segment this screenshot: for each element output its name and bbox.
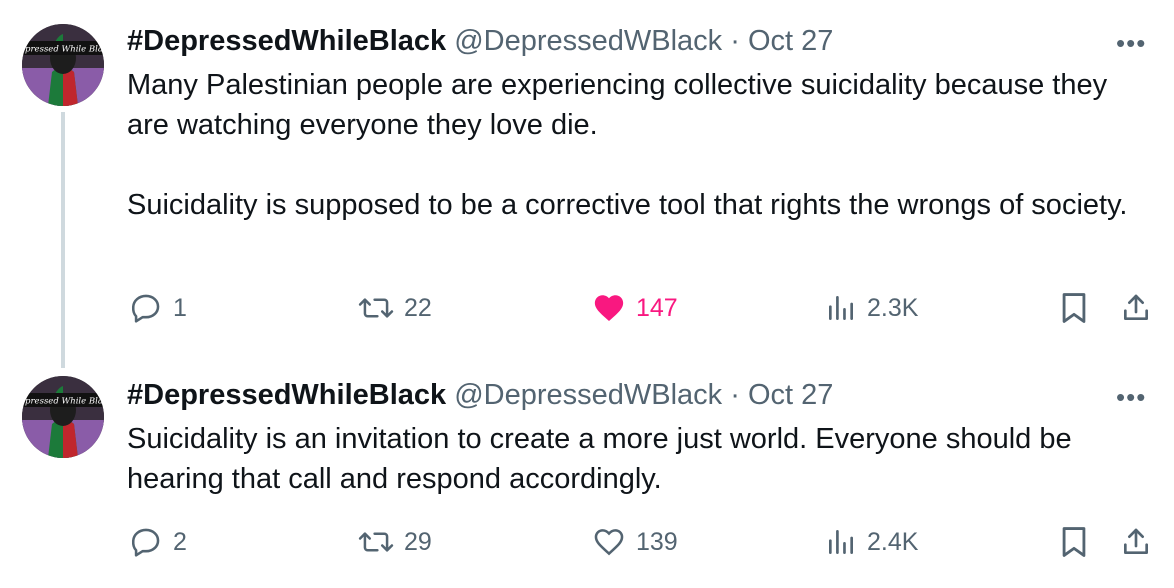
- reply-icon: [131, 294, 160, 323]
- views-button[interactable]: 2.3K: [825, 291, 918, 325]
- avatar-image: Depressed While Black: [22, 24, 104, 106]
- views-icon: [829, 530, 853, 554]
- more-options-icon[interactable]: •••: [1116, 28, 1146, 59]
- tweet-paragraph: Many Palestinian people are experiencing…: [127, 69, 1108, 141]
- tweet-header: #DepressedWhileBlack @DepressedWBlack · …: [127, 377, 833, 413]
- action-bar: 1 22 147 2.3K: [0, 291, 1174, 331]
- tweet-header: #DepressedWhileBlack @DepressedWBlack · …: [127, 23, 833, 59]
- views-count: 2.4K: [867, 527, 919, 556]
- avatar-image: Depressed While Black: [22, 376, 104, 458]
- avatar-lettering: Depressed While Black: [22, 397, 104, 407]
- share-icon: [1124, 528, 1148, 554]
- bookmark-icon: [1062, 293, 1086, 323]
- reply-count: 2: [173, 527, 187, 556]
- like-count: 147: [636, 293, 678, 322]
- reply-count: 1: [173, 293, 187, 322]
- more-options-icon[interactable]: •••: [1116, 382, 1146, 413]
- views-count: 2.3K: [867, 293, 919, 322]
- tweet-paragraph: Suicidality is supposed to be a correcti…: [127, 189, 1128, 221]
- avatar[interactable]: Depressed While Black: [22, 376, 104, 458]
- retweet-count: 29: [404, 527, 432, 556]
- retweet-count: 22: [404, 293, 432, 322]
- reply-button[interactable]: 1: [129, 291, 187, 325]
- retweet-icon: [358, 532, 394, 552]
- tweet-paragraph: Suicidality is an invitation to create a…: [127, 423, 1072, 495]
- share-icon: [1124, 294, 1148, 320]
- retweet-button[interactable]: 22: [358, 291, 432, 325]
- display-name[interactable]: #DepressedWhileBlack: [127, 25, 446, 57]
- like-count: 139: [636, 527, 678, 556]
- handle[interactable]: @DepressedWBlack: [454, 25, 722, 57]
- views-icon: [829, 296, 853, 320]
- separator: ·: [730, 25, 740, 57]
- reply-icon: [131, 528, 160, 557]
- bookmark-icon: [1062, 527, 1086, 557]
- reply-button[interactable]: 2: [129, 525, 187, 559]
- bookmark-button[interactable]: [1059, 525, 1089, 559]
- like-button[interactable]: 147: [592, 291, 678, 325]
- share-button[interactable]: [1120, 525, 1152, 559]
- retweet-button[interactable]: 29: [358, 525, 432, 559]
- bookmark-button[interactable]: [1059, 291, 1089, 325]
- display-name[interactable]: #DepressedWhileBlack: [127, 379, 446, 411]
- separator: ·: [730, 379, 740, 411]
- like-button[interactable]: 139: [592, 525, 678, 559]
- handle[interactable]: @DepressedWBlack: [454, 379, 722, 411]
- heart-icon: [594, 529, 624, 556]
- avatar[interactable]: Depressed While Black: [22, 24, 104, 106]
- share-button[interactable]: [1120, 291, 1152, 325]
- action-bar: 2 29 139 2.4K: [0, 525, 1174, 565]
- avatar-lettering: Depressed While Black: [22, 45, 104, 55]
- retweet-icon: [358, 298, 394, 318]
- tweet-text: Suicidality is an invitation to create a…: [127, 419, 1157, 499]
- tweet-date[interactable]: Oct 27: [748, 379, 833, 411]
- heart-icon: [594, 295, 624, 322]
- tweet-text: Many Palestinian people are experiencing…: [127, 65, 1157, 225]
- views-button[interactable]: 2.4K: [825, 525, 918, 559]
- tweet-date[interactable]: Oct 27: [748, 25, 833, 57]
